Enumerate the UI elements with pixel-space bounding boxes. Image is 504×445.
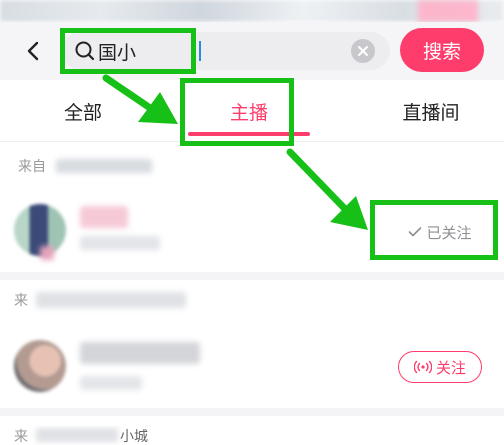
avatar[interactable] [14,340,66,392]
annotation-box-search [60,28,196,74]
redacted-subtitle [80,236,160,250]
tab-all[interactable]: 全部 [30,94,136,128]
live-signal-icon [413,360,432,374]
annotation-box-tab [180,78,294,146]
status-bar-accent [418,0,478,22]
redacted-badge [40,246,54,260]
chevron-left-icon [27,41,39,61]
close-icon [358,46,368,56]
source-label-prefix: 来 [14,429,28,445]
back-button[interactable] [16,30,50,72]
source-label-prefix: 来自 [18,159,46,175]
follow-button[interactable]: 关注 [398,351,482,383]
source-label-suffix: 小城 [120,429,148,445]
text-cursor [199,41,201,61]
arrow-head-icon [138,92,178,124]
result-source-label: 来 [14,290,214,312]
clear-search-button[interactable] [351,39,375,63]
source-label-prefix: 来 [14,293,28,309]
redacted-text [56,159,152,173]
redacted-name [80,206,128,228]
section-separator [0,272,504,280]
result-source-label: 来 小城 [14,426,214,445]
tab-live-room[interactable]: 直播间 [370,94,492,128]
redacted-text [36,428,118,442]
annotation-box-followed [370,200,498,260]
redacted-text [36,292,186,308]
section-separator [0,408,504,416]
search-button[interactable]: 搜索 [400,28,484,72]
redacted-subtitle [80,376,142,390]
follow-label: 关注 [435,358,466,377]
result-source-label: 来自 [18,156,218,176]
redacted-name [80,342,200,364]
